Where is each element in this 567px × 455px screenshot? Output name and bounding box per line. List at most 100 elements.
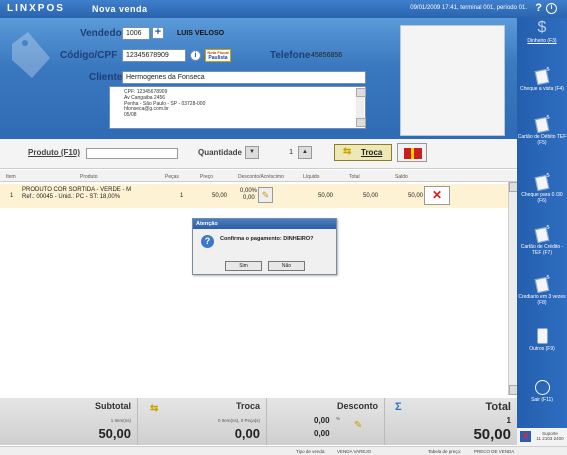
col-pecas: Peças — [165, 174, 179, 180]
col-item: Item — [6, 174, 16, 180]
payment-outros-button[interactable]: Outros (F9) — [517, 328, 567, 352]
subtotal-value: 50,00 — [98, 426, 131, 441]
client-details-box: CPF: 12345678909 Av Cangaiba 2456 Penha … — [109, 86, 366, 129]
cheque-icon: $ — [534, 172, 550, 192]
desconto-label: Desconto — [336, 401, 378, 411]
troca-value: 0,00 — [234, 426, 260, 441]
row-pecas: 1 — [180, 193, 184, 199]
subtotal-items: 1 Item(ns) — [110, 418, 131, 423]
discount-edit-icon[interactable]: ✎ — [258, 187, 273, 203]
support-logo-icon: X — [520, 431, 531, 442]
row-item: 1 — [10, 193, 14, 199]
row-preco: 50,00 — [212, 193, 228, 199]
app-title: Nova venda — [92, 4, 148, 14]
support-text: Suporte 11 2103 2400 — [536, 431, 564, 441]
tabela-preco-value: PRECO DE VENDA — [474, 449, 515, 454]
tipo-venda-label: Tipo de venda: — [296, 449, 326, 454]
payment-cartao-debito-button[interactable]: $ Cartão de Débito TEF (F5) — [517, 114, 567, 146]
quantity-decrement-button[interactable]: ▼ — [245, 146, 259, 159]
payment-crediario-button[interactable]: $ Crediario em 3 vezes (F8) — [517, 274, 567, 306]
col-produto: Produto — [80, 174, 98, 180]
discount-icon[interactable]: ✎ — [354, 420, 368, 432]
price-tag-icon — [12, 32, 50, 78]
total-count: 1 — [506, 416, 511, 425]
support-badge[interactable]: X Suporte 11 2103 2400 — [517, 428, 567, 446]
customer-header: Vendedor 1006 + LUIS VELOSO Código/CPF 1… — [0, 18, 517, 139]
col-desconto: Desconto/Acréscimo — [238, 174, 284, 180]
total-label: Total — [485, 401, 511, 413]
row-produto: PRODUTO COR SORTIDA - VERDE - M — [22, 187, 132, 193]
desconto-value: 0,00 — [314, 429, 330, 438]
total-panel: Total 1 50,00 — [385, 398, 517, 445]
question-icon: ? — [201, 235, 214, 248]
customer-photo — [400, 25, 505, 136]
question-mark-icon[interactable]: ? — [535, 2, 542, 14]
produto-input[interactable] — [86, 148, 178, 159]
troca-button-label: Troca — [361, 148, 383, 157]
cpf-label: Código/CPF — [60, 50, 118, 61]
exit-button[interactable]: Sair (F11) — [517, 380, 567, 403]
exit-icon — [534, 380, 550, 395]
cliente-input[interactable]: Hermogenes da Fonseca — [122, 71, 366, 84]
payment-cartao-credito-button[interactable]: $ Cartão de Crédito - TEF (F7) — [517, 224, 567, 256]
col-total: Total — [349, 174, 360, 180]
row-total: 50,00 — [363, 193, 379, 199]
quantidade-label: Quantidade — [198, 148, 243, 157]
table-row[interactable]: 1 PRODUTO COR SORTIDA - VERDE - M Ref.: … — [0, 184, 517, 208]
sigma-icon: Σ — [395, 401, 402, 413]
session-status: 09/01/2009 17:41, terminal 001, período … — [410, 5, 527, 11]
cliente-label: Cliente — [89, 72, 123, 83]
crediario-icon: $ — [534, 274, 550, 294]
payment-cheque-vista-button[interactable]: $ Cheque a vista (F4) — [517, 66, 567, 92]
row-produto-ref: Ref.: 00045 - Unid.: PC - ST: 18,00% — [22, 194, 121, 200]
row-desconto-pct: 0,00% — [240, 188, 258, 194]
total-value: 50,00 — [473, 426, 511, 443]
col-saldo: Saldo — [395, 174, 408, 180]
yes-button[interactable]: Sim — [225, 261, 262, 271]
client-detail-line: 05/08 — [124, 112, 137, 119]
tabela-preco-label: Tabela de preço: — [428, 449, 462, 454]
row-saldo: 50,00 — [408, 193, 424, 199]
payment-dinheiro-button[interactable]: $ Dinheiro (F3) — [517, 19, 567, 45]
status-bar: Tipo de venda: VENDA VAREJO Tabela de pr… — [0, 446, 567, 455]
subtotal-panel: Subtotal 1 Item(ns) 50,00 — [0, 398, 138, 445]
produto-label: Produto (F10) — [28, 148, 80, 157]
row-desconto-val: 0,00 — [243, 195, 255, 201]
telefone-label: Telefone — [270, 50, 311, 61]
payment-sidebar: $ Dinheiro (F3) $ Cheque a vista (F4) $ … — [517, 18, 567, 428]
troca-items: 0 Item(ns), 0 Peça(s) — [217, 418, 260, 423]
table-header: Item Produto Peças Preço Desconto/Acrésc… — [0, 170, 517, 182]
troca-button[interactable]: ⇆ Troca — [334, 144, 392, 161]
totals-footer: Subtotal 1 Item(ns) 50,00 Troca 0 Item(n… — [0, 398, 517, 445]
info-icon[interactable]: i — [546, 3, 557, 14]
desconto-pct: 0,00 — [314, 416, 330, 425]
nota-paulista-logo[interactable]: Nota Fiscal Paulista — [205, 49, 231, 62]
quantity-increment-button[interactable]: ▲ — [298, 146, 312, 159]
cpf-info-icon[interactable]: i — [190, 50, 201, 61]
cheque-icon: $ — [534, 66, 550, 86]
quantidade-input[interactable]: 1 — [261, 147, 297, 158]
dialog-title: Atenção — [193, 219, 336, 229]
subtotal-label: Subtotal — [95, 401, 131, 411]
money-icon: $ — [537, 19, 547, 36]
confirm-dialog: Atenção ? Confirma o pagamento: DINHEIRO… — [192, 218, 337, 275]
row-liquido: 50,00 — [318, 193, 334, 199]
client-details-scrollbar[interactable] — [356, 88, 366, 127]
delete-item-button[interactable]: ✕ — [424, 186, 450, 205]
cpf-input[interactable]: 12345678909 — [122, 49, 186, 62]
document-icon — [536, 328, 548, 344]
exchange-icon: ⇆ — [343, 146, 352, 157]
troca-total-label: Troca — [235, 401, 260, 411]
gift-button[interactable] — [397, 143, 427, 162]
col-liquido: Líquido — [303, 174, 320, 180]
table-scrollbar[interactable] — [508, 182, 519, 395]
payment-cheque-prazo-button[interactable]: $ Cheque para 0 /30 (F6) — [517, 172, 567, 204]
vendedor-code-input[interactable]: 1006 — [122, 27, 150, 40]
add-vendedor-button[interactable]: + — [152, 27, 164, 39]
title-bar: LINXPOS Nova venda 09/01/2009 17:41, ter… — [0, 0, 567, 18]
no-button[interactable]: Não — [268, 261, 305, 271]
credit-card-icon: $ — [534, 224, 550, 244]
app-logo: LINXPOS — [7, 3, 65, 14]
telefone-value: 45856856 — [311, 52, 343, 59]
tipo-venda-value: VENDA VAREJO — [337, 449, 372, 454]
